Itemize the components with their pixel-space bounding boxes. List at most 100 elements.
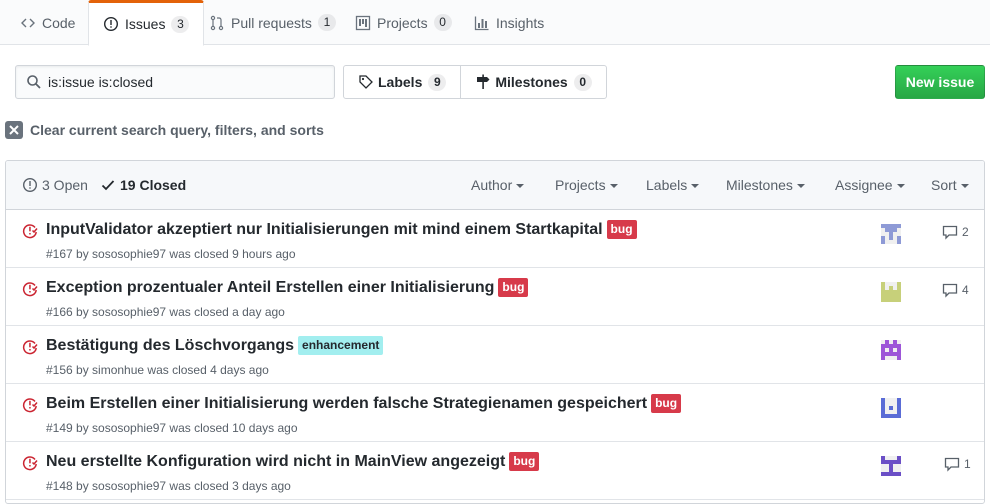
labels-button-label: Labels — [378, 74, 423, 90]
issue-title-link[interactable]: InputValidator akzeptiert nur Initialisi… — [46, 221, 603, 239]
avatar[interactable] — [881, 224, 901, 244]
comment-icon — [942, 282, 958, 298]
issue-meta: #166 by sososophie97 was closed a day ag… — [46, 305, 285, 319]
filter-milestones[interactable]: Milestones — [726, 161, 805, 209]
chevron-down-icon — [516, 184, 525, 188]
comments-link[interactable]: 1 — [944, 456, 971, 472]
avatar[interactable] — [881, 456, 901, 476]
code-icon — [20, 15, 36, 31]
issue-row: Neu erstellte Konfiguration wird nicht i… — [6, 442, 984, 500]
clear-filters-label: Clear current search query, filters, and… — [30, 122, 324, 138]
issue-row: Bestätigung des Löschvorgangs enhancement… — [6, 326, 984, 384]
clear-filters-link[interactable]: Clear current search query, filters, and… — [5, 120, 324, 140]
chevron-down-icon — [609, 184, 618, 188]
issue-closed-icon — [22, 223, 38, 239]
milestone-icon — [475, 74, 491, 90]
graph-icon — [474, 15, 490, 31]
comment-icon — [942, 224, 958, 240]
chevron-down-icon — [960, 184, 969, 188]
issue-closed-icon — [22, 339, 38, 355]
chevron-down-icon — [691, 184, 700, 188]
comments-link[interactable]: 4 — [942, 282, 969, 298]
milestones-button[interactable]: Milestones 0 — [460, 66, 605, 98]
tab-label: Code — [42, 14, 76, 31]
tab-label: Pull requests — [231, 14, 312, 31]
closed-issues-toggle[interactable]: 19 Closed — [100, 161, 186, 209]
filter-projects[interactable]: Projects — [555, 161, 618, 209]
issue-meta: #148 by sososophie97 was closed 3 days a… — [46, 479, 291, 493]
issue-closed-icon — [22, 397, 38, 413]
issue-title-link[interactable]: Beim Erstellen einer Initialisierung wer… — [46, 395, 647, 413]
label-bug[interactable]: bug — [509, 452, 540, 471]
issue-row: Beim Erstellen einer Initialisierung wer… — [6, 384, 984, 442]
project-icon — [355, 15, 371, 31]
projects-count: 0 — [433, 14, 452, 31]
labels-button[interactable]: Labels 9 — [344, 66, 460, 98]
close-icon — [5, 121, 23, 139]
tab-projects[interactable]: Projects 0 — [341, 0, 466, 45]
chevron-down-icon — [796, 184, 805, 188]
issue-meta: #156 by simonhue was closed 4 days ago — [46, 363, 269, 377]
issue-closed-icon — [22, 281, 38, 297]
comments-count: 1 — [964, 457, 971, 471]
tab-code[interactable]: Code — [6, 0, 89, 45]
chevron-down-icon — [896, 184, 905, 188]
tab-label: Issues — [125, 16, 166, 32]
issue-search[interactable] — [15, 65, 335, 99]
issue-row: InputValidator akzeptiert nur Initialisi… — [6, 210, 984, 268]
issue-title-link[interactable]: Bestätigung des Löschvorgangs — [46, 337, 294, 355]
new-issue-button[interactable]: New issue — [895, 65, 985, 99]
issue-meta: #149 by sososophie97 was closed 10 days … — [46, 421, 298, 435]
issues-list-header: 3 Open 19 Closed Author Projects Labels … — [6, 161, 984, 210]
tab-insights[interactable]: Insights — [460, 0, 558, 45]
open-count-label: 3 Open — [42, 177, 88, 193]
label-bug[interactable]: bug — [606, 220, 637, 239]
filter-sort[interactable]: Sort — [931, 161, 969, 209]
issue-opened-icon — [22, 177, 38, 193]
filter-labels[interactable]: Labels — [646, 161, 700, 209]
tab-pull-requests[interactable]: Pull requests 1 — [195, 0, 350, 45]
search-input[interactable] — [48, 74, 308, 90]
filter-label: Milestones — [726, 177, 793, 193]
filter-label: Assignee — [835, 177, 893, 193]
tab-issues[interactable]: Issues 3 — [88, 0, 205, 46]
issue-meta: #167 by sososophie97 was closed 9 hours … — [46, 247, 296, 261]
search-icon — [26, 74, 42, 90]
check-icon — [100, 177, 116, 193]
comments-link[interactable]: 2 — [942, 224, 969, 240]
pull-requests-count: 1 — [317, 14, 336, 31]
label-enhancement[interactable]: enhancement — [298, 336, 384, 355]
issue-opened-icon — [103, 16, 119, 32]
issue-title-link[interactable]: Neu erstellte Konfiguration wird nicht i… — [46, 453, 505, 471]
issue-title-link[interactable]: Exception prozentualer Anteil Erstellen … — [46, 279, 494, 297]
filter-label: Labels — [646, 177, 688, 193]
comment-icon — [944, 456, 960, 472]
avatar[interactable] — [881, 398, 901, 418]
issue-closed-icon — [22, 455, 38, 471]
label-bug[interactable]: bug — [651, 394, 682, 413]
tab-label: Insights — [496, 14, 545, 31]
open-issues-toggle[interactable]: 3 Open — [22, 161, 88, 209]
filter-assignee[interactable]: Assignee — [835, 161, 905, 209]
avatar[interactable] — [881, 340, 901, 360]
label-bug[interactable]: bug — [498, 278, 529, 297]
milestones-button-label: Milestones — [495, 74, 568, 90]
issue-row: Exception prozentualer Anteil Erstellen … — [6, 268, 984, 326]
tag-icon — [358, 74, 374, 90]
git-pull-request-icon — [209, 15, 225, 31]
tab-label: Projects — [377, 14, 428, 31]
comments-count: 2 — [962, 225, 969, 239]
issues-count: 3 — [171, 15, 190, 33]
avatar[interactable] — [881, 282, 901, 302]
closed-count-label: 19 Closed — [120, 177, 187, 193]
filter-author[interactable]: Author — [471, 161, 525, 209]
filter-label: Author — [471, 177, 513, 193]
labels-milestones-group: Labels 9 Milestones 0 — [343, 65, 607, 99]
milestones-count: 0 — [573, 73, 592, 91]
issues-list: 3 Open 19 Closed Author Projects Labels … — [5, 160, 985, 504]
labels-count: 9 — [428, 73, 447, 91]
filter-label: Projects — [555, 177, 606, 193]
repo-nav: Code Issues 3 Pull requests 1 Projects 0… — [0, 0, 990, 46]
comments-count: 4 — [962, 283, 969, 297]
filter-label: Sort — [931, 177, 957, 193]
